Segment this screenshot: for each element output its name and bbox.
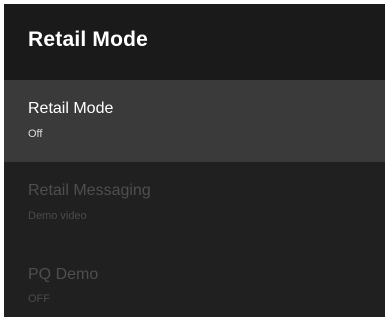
panel-header: Retail Mode [4,4,385,80]
menu-item-retail-messaging: Retail Messaging Demo video [4,162,385,244]
menu-item-pq-demo: PQ Demo OFF [4,244,385,317]
menu-item-title: PQ Demo [28,266,99,283]
page-title: Retail Mode [28,28,149,51]
menu-item-title: Retail Mode [28,100,114,117]
menu-item-value: OFF [28,293,50,305]
menu-item-value: Off [28,128,43,140]
menu-item-title: Retail Messaging [28,182,151,199]
settings-list: Retail Mode Off Retail Messaging Demo vi… [4,80,385,317]
settings-panel: Retail Mode Retail Mode Off Retail Messa… [4,4,385,317]
menu-item-retail-mode[interactable]: Retail Mode Off [4,80,385,162]
menu-item-value: Demo video [28,210,87,222]
